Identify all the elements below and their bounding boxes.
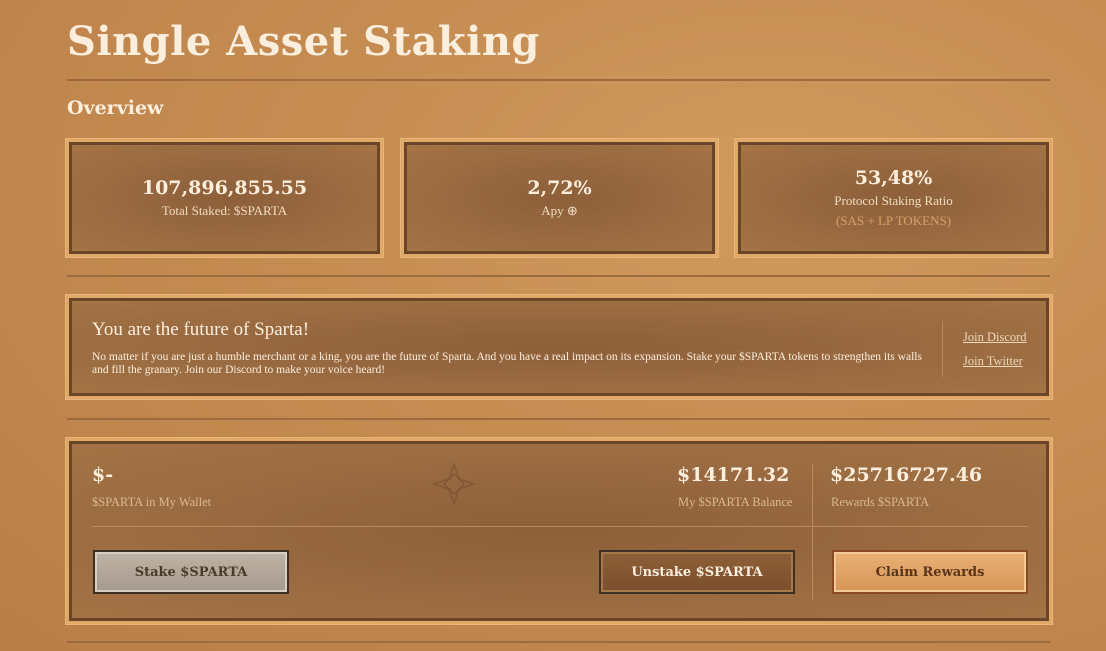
divider	[92, 526, 1028, 527]
join-twitter-link[interactable]: Join Twitter	[963, 354, 1023, 369]
unstake-button[interactable]: Unstake $SPARTA	[599, 550, 795, 594]
total-staked-label: Total Staked: $SPARTA	[161, 203, 288, 218]
join-discord-link[interactable]: Join Discord	[963, 330, 1027, 345]
page-title: Single Asset Staking	[67, 18, 540, 65]
apy-value: 2,72%	[527, 177, 592, 199]
staking-ratio-value: 53,48%	[854, 167, 933, 189]
stat-card-staking-ratio: 53,48% Protocol Staking Ratio (SAS + LP …	[735, 139, 1052, 257]
balance-label: My $SPARTA Balance	[678, 495, 793, 509]
claim-rewards-button[interactable]: Claim Rewards	[832, 550, 1028, 594]
total-staked-value: 107,896,855.55	[141, 177, 308, 199]
info-banner: You are the future of Sparta! No matter …	[66, 295, 1052, 399]
divider	[67, 641, 1050, 643]
divider	[942, 321, 943, 377]
info-heading: You are the future of Sparta!	[92, 319, 310, 340]
divider	[67, 79, 1050, 81]
divider	[812, 464, 813, 600]
info-body: No matter if you are just a humble merch…	[92, 351, 922, 376]
divider	[67, 275, 1050, 277]
balance-value: $14171.32	[677, 464, 790, 486]
wallet-label: $SPARTA in My Wallet	[92, 495, 212, 509]
wallet-value: $-	[92, 464, 114, 486]
rewards-label: Rewards $SPARTA	[831, 495, 930, 509]
overview-heading: Overview	[67, 97, 164, 119]
rewards-value: $25716727.46	[830, 464, 983, 486]
stat-card-total-staked: 107,896,855.55 Total Staked: $SPARTA	[66, 139, 383, 257]
stake-button[interactable]: Stake $SPARTA	[93, 550, 289, 594]
star-emblem-icon	[432, 462, 476, 506]
staking-ratio-sub: (SAS + LP TOKENS)	[835, 213, 952, 228]
divider	[67, 418, 1050, 420]
staking-ratio-label: Protocol Staking Ratio	[834, 193, 953, 208]
stat-card-apy: 2,72% Apy ⊕	[401, 139, 718, 257]
staking-panel: $- $SPARTA in My Wallet $14171.32 My $SP…	[66, 438, 1052, 624]
apy-label[interactable]: Apy ⊕	[541, 203, 578, 219]
